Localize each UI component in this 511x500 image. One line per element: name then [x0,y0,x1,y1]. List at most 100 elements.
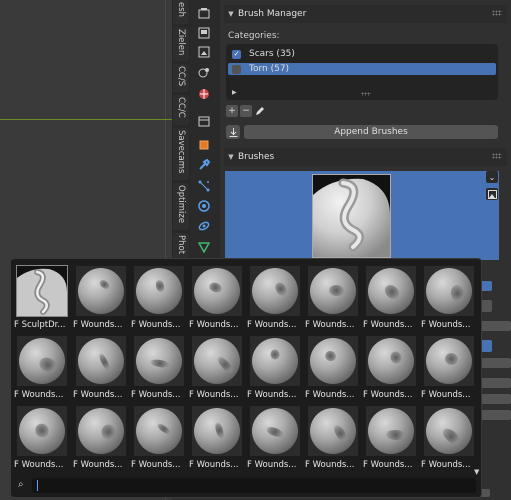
brush-item[interactable]: F Wounds... [73,333,128,403]
brush-item[interactable]: F Wounds... [247,263,302,333]
checkbox[interactable] [232,64,241,74]
tab-label: Zielen [176,29,186,56]
physics-icon[interactable] [197,199,211,213]
brush-thumbnail [366,406,416,456]
tab-optimize[interactable]: Optimize [173,183,189,230]
sculpt-sphere-icon [136,338,182,384]
list-item[interactable]: Torn (57) [228,63,496,75]
partial-field[interactable] [480,378,511,388]
wound-mark [97,352,112,372]
partial-field[interactable] [480,358,511,368]
brush-thumbnail [424,406,474,456]
image-icon[interactable] [486,188,498,200]
brush-label: F Wounds... [305,460,355,470]
brush-label: F Wounds... [73,320,123,330]
brush-label: F Wounds... [189,320,239,330]
constraints-icon[interactable] [197,219,211,233]
brush-thumbnail [192,266,242,316]
drag-grip-icon[interactable] [492,10,502,16]
chevron-down-icon[interactable]: ⌄ [486,171,498,183]
drag-grip-icon[interactable] [492,153,502,159]
brush-item[interactable]: F Wounds... [363,263,418,333]
brush-picker-popup[interactable]: F SculptDr... F Wounds... F Wounds... F Wou… [10,258,482,498]
resize-grip-icon[interactable] [361,92,371,96]
render-icon[interactable] [197,26,211,40]
list-item[interactable]: ✓ Scars (35) [228,48,496,60]
import-icon[interactable] [226,125,240,139]
scene-icon[interactable] [197,6,211,20]
world-icon[interactable] [197,87,211,101]
brush-item[interactable]: F Wounds... [305,263,360,333]
brush-item[interactable]: F SculptDr... [14,263,69,333]
tab-zielen[interactable]: Zielen [173,27,189,61]
modifier-icon[interactable] [197,158,211,172]
wound-mark [385,429,407,441]
sculpt-sphere-icon [426,338,472,384]
chevron-down-icon: ▼ [228,10,234,18]
brush-item[interactable]: F Wounds... [305,403,360,473]
brush-thumbnail [76,266,126,316]
brush-label: F Wounds... [14,390,64,400]
brush-thumbnail [250,406,300,456]
section-title: Brush Manager [238,9,307,19]
brush-item[interactable]: F Wounds... [189,333,244,403]
sidebar-tabs: esh Zielen CC/S CC/C Savecams Optimize P… [172,0,190,260]
brush-thumbnail [308,406,358,456]
edit-pencil-icon[interactable] [254,105,266,117]
brush-preview-area[interactable] [225,171,499,260]
brush-item[interactable]: F Wounds... [247,333,302,403]
wound-mark [328,284,345,297]
brush-item[interactable]: F Wounds... [305,333,360,403]
remove-category-button[interactable]: − [240,105,252,117]
tab-mesh[interactable]: esh [173,0,189,24]
tab-label: CC/C [176,97,186,118]
sculpt-sphere-icon [194,268,240,314]
brush-item[interactable]: F Wounds... [73,403,128,473]
search-input[interactable]: ⌕ [18,478,476,493]
tab-photo[interactable]: Phot [173,233,189,260]
brush-label: F Wounds... [247,460,297,470]
output-icon[interactable] [197,45,211,59]
particles-icon[interactable] [197,179,211,193]
brush-preview-thumbnail[interactable] [312,174,391,258]
append-brushes-button[interactable]: Append Brushes [244,125,498,139]
wound-mark [331,423,350,444]
brush-item[interactable]: F Wounds... [363,333,418,403]
brush-thumbnail [16,265,68,317]
play-triangle-icon[interactable]: ▶ [232,89,237,96]
brush-item[interactable]: F Wounds... [131,403,186,473]
brush-item[interactable]: F Wounds... [131,263,186,333]
brush-item[interactable]: F Wounds... [14,333,69,403]
tab-ccc[interactable]: CC/C [173,95,189,125]
wound-mark [265,425,285,439]
partial-field[interactable] [480,410,511,420]
checkbox[interactable]: ✓ [232,49,241,59]
categories-list[interactable]: ✓ Scars (35) Torn (57) ▶ [226,44,498,100]
wound-mark [154,279,166,293]
partial-field[interactable] [480,394,511,404]
brush-item[interactable]: F Wounds... [363,403,418,473]
brush-item[interactable]: F Wounds... [421,333,476,403]
scroll-down-icon[interactable]: ▼ [474,468,479,476]
add-category-button[interactable]: + [226,105,238,117]
tab-label: Optimize [176,185,186,224]
view-layer-icon[interactable] [197,65,211,79]
brush-manager-header[interactable]: ▼ Brush Manager [224,5,507,23]
tab-savecams[interactable]: Savecams [173,128,189,180]
brush-item[interactable]: F Wounds... [14,403,69,473]
brush-item[interactable]: F Wounds... [247,403,302,473]
wound-mark [155,421,173,437]
brushes-header[interactable]: ▼ Brushes [224,148,507,166]
brush-item[interactable]: F Wounds... [189,263,244,333]
collection-icon[interactable] [197,114,211,128]
brush-item[interactable]: F Wounds... [189,403,244,473]
data-icon[interactable] [197,240,211,254]
brush-item[interactable]: F Wounds... [421,403,476,473]
wound-mark [382,282,402,302]
brush-item[interactable]: F Wounds... [73,263,128,333]
tab-ccs[interactable]: CC/S [173,64,189,92]
partial-field[interactable] [480,321,511,331]
object-icon[interactable] [197,138,211,152]
brush-item[interactable]: F Wounds... [131,333,186,403]
brush-item[interactable]: F Wounds... [421,263,476,333]
